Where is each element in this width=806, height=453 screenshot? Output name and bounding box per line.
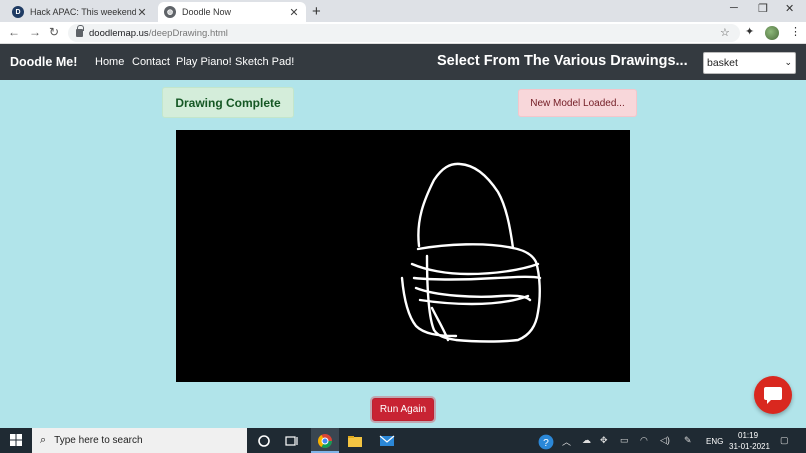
browser-tab-hack-apac[interactable]: D Hack APAC: This weekend let's fo ✕ bbox=[6, 2, 154, 22]
volume-icon[interactable]: ◁) bbox=[660, 435, 670, 446]
reload-icon[interactable]: ↻ bbox=[49, 25, 59, 39]
bookmark-star-icon[interactable]: ☆ bbox=[720, 26, 730, 39]
mail-icon[interactable] bbox=[379, 433, 395, 449]
site-navbar: Doodle Me! Home Contact Play Piano! Sket… bbox=[0, 44, 806, 80]
address-bar[interactable]: doodlemap.us/deepDrawing.html bbox=[68, 24, 740, 42]
battery-icon[interactable]: ▭ bbox=[620, 435, 629, 446]
nav-link-play-piano[interactable]: Play Piano! bbox=[176, 56, 232, 68]
page-headline: Select From The Various Drawings... bbox=[437, 53, 688, 69]
chat-widget-button[interactable] bbox=[754, 376, 792, 414]
task-view-icon[interactable] bbox=[284, 433, 300, 449]
forward-icon[interactable]: → bbox=[29, 25, 41, 39]
nav-link-home[interactable]: Home bbox=[95, 56, 124, 68]
drawing-select[interactable]: basket ⌄ bbox=[703, 52, 796, 74]
file-explorer-icon[interactable] bbox=[347, 433, 363, 449]
taskbar-search-placeholder: Type here to search bbox=[54, 435, 142, 446]
drawing-canvas[interactable] bbox=[176, 130, 630, 382]
extensions-puzzle-icon[interactable]: ✦ bbox=[745, 25, 754, 38]
chat-bubble-icon bbox=[762, 384, 784, 406]
drawing-complete-alert: Drawing Complete bbox=[162, 87, 294, 118]
url-host: doodlemap.us bbox=[89, 28, 149, 39]
windows-taskbar: ⌕ Type here to search ? ︿ ☁ ✥ ▭ ◠ ◁) ✎ E… bbox=[0, 428, 806, 453]
search-icon: ⌕ bbox=[40, 434, 46, 447]
restore-icon[interactable]: ❐ bbox=[758, 2, 768, 15]
language-indicator[interactable]: ENG bbox=[706, 437, 723, 446]
tab-title: Doodle Now bbox=[182, 7, 288, 17]
devpost-icon: D bbox=[12, 6, 24, 18]
clock-date[interactable]: 31-01-2021 bbox=[729, 442, 770, 451]
browser-menu-icon[interactable]: ⋮ bbox=[790, 25, 801, 38]
onedrive-icon[interactable]: ☁ bbox=[582, 435, 591, 446]
notification-icon[interactable]: ▢ bbox=[780, 435, 789, 446]
wifi-icon[interactable]: ◠ bbox=[640, 435, 648, 446]
drawing-select-value: basket bbox=[707, 57, 738, 69]
browser-tab-doodle-now[interactable]: ◍ Doodle Now ✕ bbox=[158, 2, 306, 22]
browser-toolbar: ← → ↻ doodlemap.us/deepDrawing.html ☆ ✦ … bbox=[0, 22, 806, 44]
chevron-up-icon[interactable]: ︿ bbox=[562, 435, 571, 448]
svg-text:?: ? bbox=[543, 438, 549, 449]
pen-icon[interactable]: ✎ bbox=[684, 435, 692, 446]
taskbar-search-box[interactable]: ⌕ Type here to search bbox=[32, 428, 247, 453]
nav-link-contact[interactable]: Contact bbox=[132, 56, 170, 68]
close-tab-icon[interactable]: ✕ bbox=[136, 6, 148, 19]
windows-start-icon[interactable] bbox=[10, 434, 22, 446]
nav-link-sketch-pad[interactable]: Sketch Pad! bbox=[235, 56, 294, 68]
lock-icon bbox=[76, 29, 83, 37]
close-tab-icon[interactable]: ✕ bbox=[288, 6, 300, 19]
minimize-icon[interactable]: ─ bbox=[730, 2, 738, 14]
model-loaded-alert: New Model Loaded... bbox=[518, 89, 637, 117]
help-icon[interactable]: ? bbox=[538, 434, 554, 450]
clock-time[interactable]: 01:19 bbox=[738, 431, 758, 440]
new-tab-button[interactable]: + bbox=[312, 3, 321, 20]
dropbox-icon[interactable]: ✥ bbox=[600, 435, 608, 446]
url-path: /deepDrawing.html bbox=[149, 28, 228, 39]
profile-avatar[interactable] bbox=[765, 26, 779, 40]
browser-tab-strip: D Hack APAC: This weekend let's fo ✕ ◍ D… bbox=[0, 0, 806, 22]
chrome-icon[interactable] bbox=[317, 433, 333, 449]
back-icon[interactable]: ← bbox=[8, 25, 20, 39]
close-window-icon[interactable]: ✕ bbox=[785, 2, 794, 15]
cortana-icon[interactable] bbox=[256, 433, 272, 449]
globe-icon: ◍ bbox=[164, 6, 176, 18]
brand-logo[interactable]: Doodle Me! bbox=[10, 55, 77, 69]
run-again-button[interactable]: Run Again bbox=[372, 398, 434, 421]
chevron-down-icon: ⌄ bbox=[784, 57, 792, 68]
basket-doodle bbox=[176, 130, 630, 382]
tab-title: Hack APAC: This weekend let's fo bbox=[30, 7, 136, 17]
